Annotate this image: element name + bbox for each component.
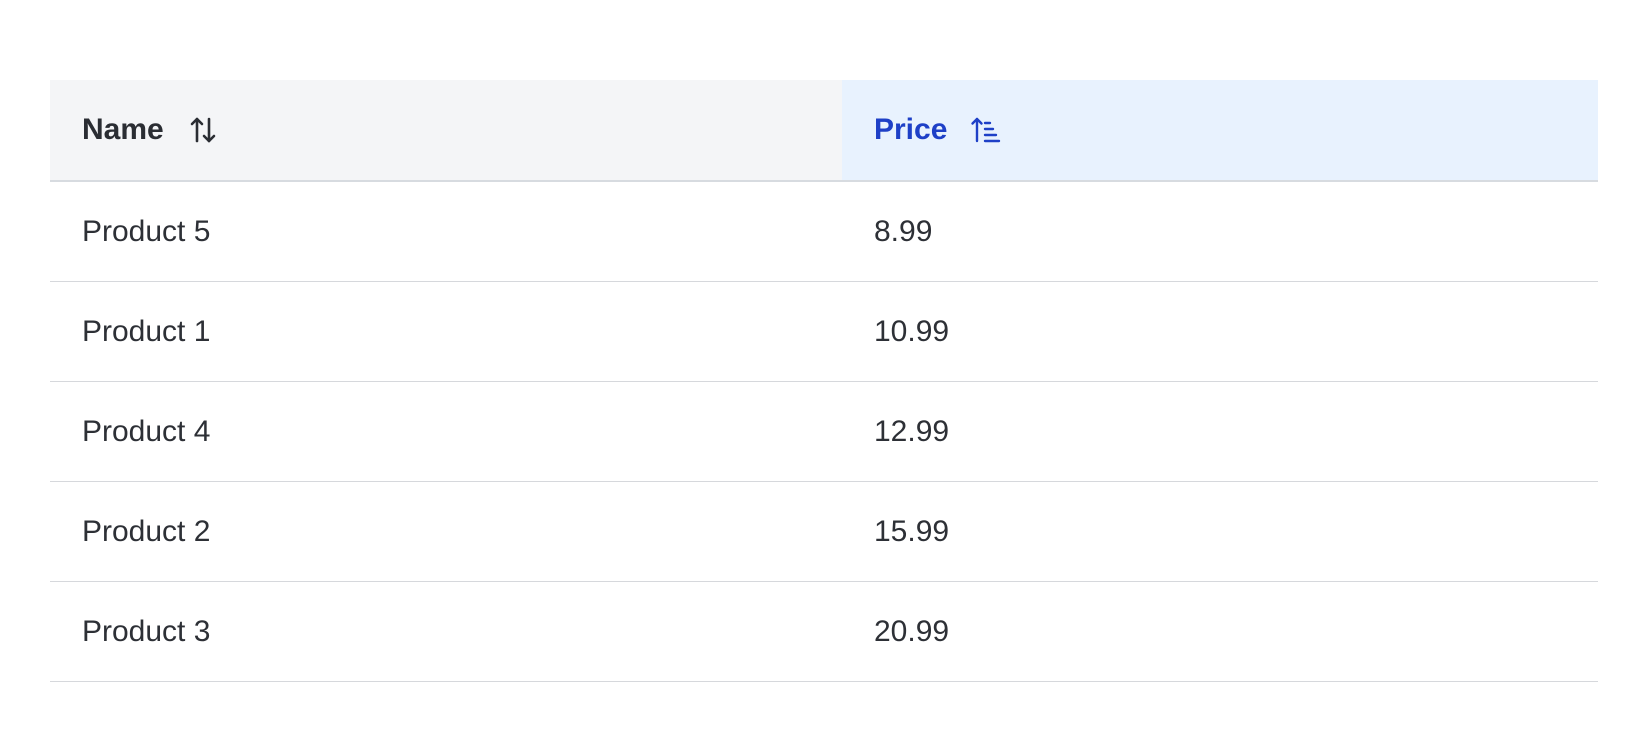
table-row: Product 3 20.99 — [50, 581, 1598, 682]
header-row: Name Price — [50, 80, 1598, 182]
sort-both-icon[interactable] — [186, 113, 220, 147]
product-table-container: Name Price Product 5 8.99 Product 1 10.9… — [50, 80, 1598, 682]
name-header-label: Name — [82, 113, 164, 146]
table-body: Product 5 8.99 Product 1 10.99 Product 4… — [50, 181, 1598, 682]
price-cell: 15.99 — [842, 481, 1598, 582]
table-row: Product 2 15.99 — [50, 481, 1598, 582]
table-header: Name Price — [50, 80, 1598, 182]
table-row: Product 1 10.99 — [50, 281, 1598, 382]
table-row: Product 4 12.99 — [50, 381, 1598, 482]
name-cell: Product 4 — [50, 381, 842, 482]
name-cell: Product 2 — [50, 481, 842, 582]
name-column-header[interactable]: Name — [50, 80, 842, 182]
price-header-label: Price — [874, 113, 948, 146]
page: Name Price Product 5 8.99 Product 1 10.9… — [0, 0, 1649, 742]
price-header-sort-toggle[interactable]: Price — [874, 113, 1003, 147]
name-cell: Product 5 — [50, 181, 842, 282]
sort-ascending-icon[interactable] — [969, 113, 1003, 147]
price-cell: 12.99 — [842, 381, 1598, 482]
table-row: Product 5 8.99 — [50, 181, 1598, 282]
product-table: Name Price Product 5 8.99 Product 1 10.9… — [50, 80, 1598, 682]
name-cell: Product 1 — [50, 281, 842, 382]
price-cell: 20.99 — [842, 581, 1598, 682]
price-cell: 8.99 — [842, 181, 1598, 282]
price-column-header[interactable]: Price — [842, 80, 1598, 182]
name-cell: Product 3 — [50, 581, 842, 682]
price-cell: 10.99 — [842, 281, 1598, 382]
name-header-sort-toggle[interactable]: Name — [82, 113, 220, 147]
